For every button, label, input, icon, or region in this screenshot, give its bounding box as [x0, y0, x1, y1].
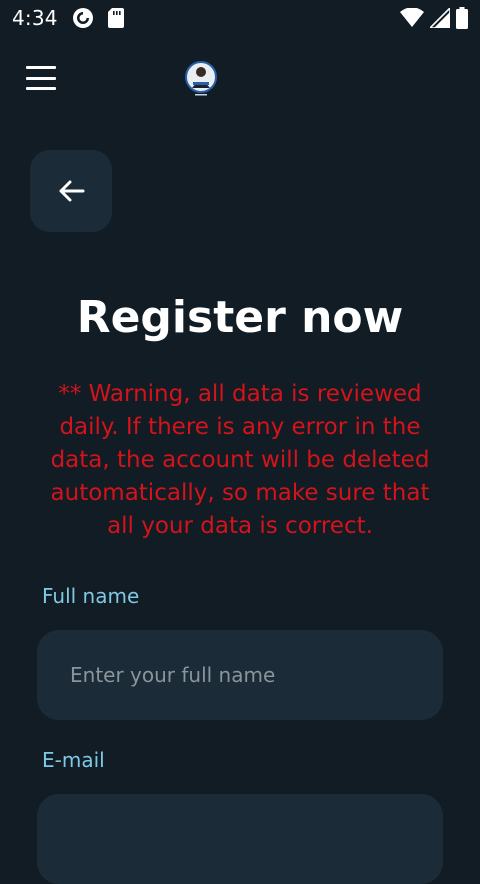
arrow-left-icon [57, 179, 85, 203]
sd-card-icon [107, 8, 124, 28]
signal-icon [430, 8, 450, 28]
status-left: 4:34 [12, 6, 124, 30]
status-time: 4:34 [12, 6, 58, 30]
status-bar: 4:34 [0, 0, 480, 36]
status-right [400, 7, 468, 29]
page-title: Register now [76, 292, 404, 343]
email-input[interactable] [68, 826, 412, 852]
full-name-input[interactable] [68, 662, 412, 688]
hamburger-menu-icon[interactable] [26, 66, 56, 90]
profile-logo [184, 60, 218, 98]
wifi-icon [400, 8, 424, 28]
full-name-label: Full name [42, 584, 140, 608]
full-name-field-container [37, 630, 443, 720]
back-button[interactable] [30, 150, 112, 232]
app-bar [0, 52, 480, 104]
email-field-container [37, 794, 443, 884]
warning-message: ** Warning, all data is reviewed daily. … [50, 381, 430, 539]
battery-icon [456, 7, 468, 29]
email-label: E-mail [42, 748, 105, 772]
pocket-casts-icon [72, 7, 94, 29]
